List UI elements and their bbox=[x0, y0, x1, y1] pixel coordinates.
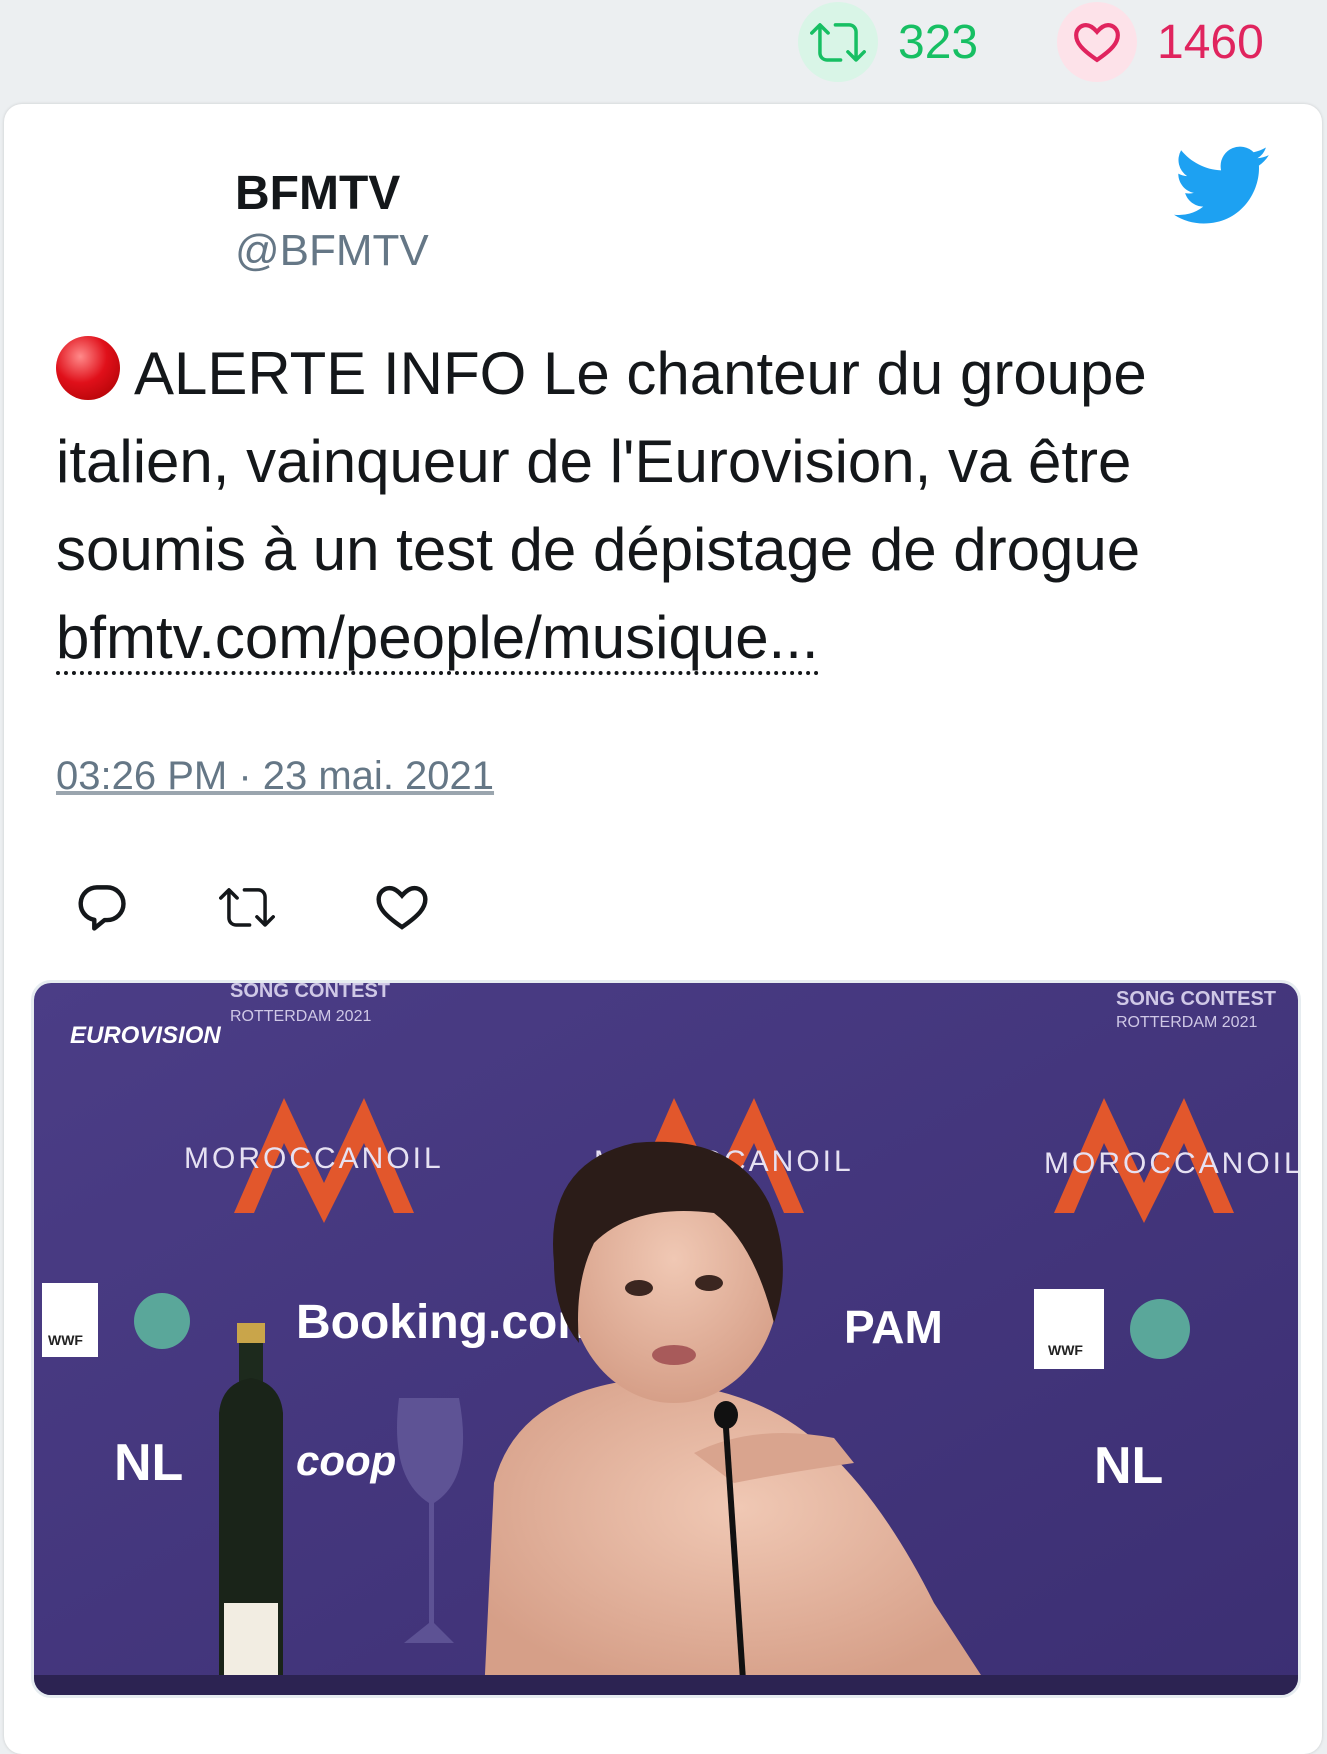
tweet-card: BFMTV @BFMTV ALERTE INFO Le chanteur du … bbox=[4, 104, 1322, 1754]
tweet-text: ALERTE INFO Le chanteur du groupe italie… bbox=[56, 330, 1296, 682]
event-line-2-right: ROTTERDAM 2021 bbox=[1116, 1014, 1257, 1031]
reply-icon[interactable] bbox=[74, 879, 130, 935]
sponsor-partial-text: PAM bbox=[844, 1301, 943, 1353]
event-line-2: ROTTERDAM 2021 bbox=[230, 1008, 371, 1025]
voice-planet-badge-left bbox=[134, 1293, 190, 1349]
retweet-icon[interactable] bbox=[219, 879, 275, 935]
sponsor-text: Booking.com bbox=[296, 1296, 600, 1349]
tweet-body: ALERTE INFO Le chanteur du groupe italie… bbox=[56, 340, 1147, 583]
retweet-stat[interactable]: 323 bbox=[798, 2, 978, 82]
retweet-count: 323 bbox=[898, 15, 979, 69]
like-stat[interactable]: 1460 bbox=[1057, 2, 1264, 82]
nl-text-left: NL bbox=[114, 1434, 183, 1492]
tweet-timestamp[interactable]: 03:26 PM · 23 mai. 2021 bbox=[56, 754, 494, 799]
voice-planet-badge-right bbox=[1130, 1299, 1190, 1359]
tweet-media-image[interactable]: SONG CONTEST ROTTERDAM 2021 SONG CONTEST… bbox=[31, 980, 1301, 1698]
wwf-text-left: WWF bbox=[48, 1332, 83, 1348]
twitter-bird-icon[interactable] bbox=[1174, 146, 1270, 229]
wwf-text-right: WWF bbox=[1048, 1342, 1083, 1358]
brand-text-right: MOROCCANOIL bbox=[1044, 1147, 1298, 1180]
brand-text-left: MOROCCANOIL bbox=[184, 1142, 444, 1175]
red-circle-icon bbox=[56, 336, 120, 400]
table-edge bbox=[34, 1675, 1298, 1695]
coop-text: coop bbox=[296, 1437, 396, 1484]
nl-text-right: NL bbox=[1094, 1437, 1163, 1495]
retweet-icon[interactable] bbox=[798, 2, 878, 82]
event-line-1-right: SONG CONTEST bbox=[1116, 988, 1276, 1010]
author-name[interactable]: BFMTV bbox=[235, 166, 400, 221]
author-handle[interactable]: @BFMTV bbox=[235, 226, 429, 276]
event-line-1: SONG CONTEST bbox=[230, 983, 390, 1002]
engagement-bar: 323 1460 bbox=[0, 0, 1327, 95]
like-count: 1460 bbox=[1157, 15, 1264, 69]
heart-icon[interactable] bbox=[1057, 2, 1137, 82]
eurovision-logo: EUROVISION bbox=[70, 1022, 221, 1049]
heart-icon[interactable] bbox=[374, 879, 430, 935]
article-link[interactable]: bfmtv.com/people/musique... bbox=[56, 604, 819, 675]
